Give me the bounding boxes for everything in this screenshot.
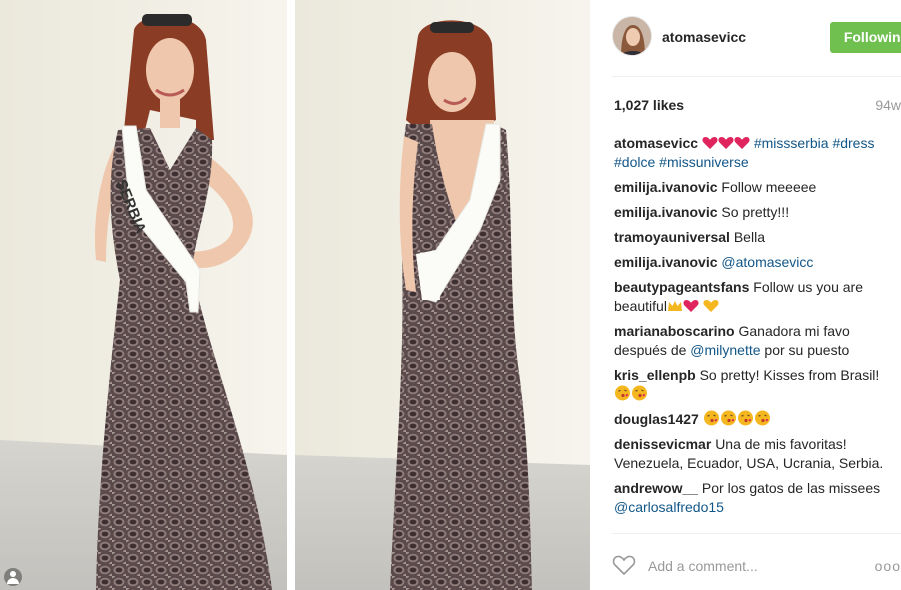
caption: atomasevicc #missserbia #dress #dolce #m…: [614, 134, 899, 172]
kiss-face-emoji: [614, 385, 648, 402]
comment-username[interactable]: marianaboscarino: [614, 323, 735, 339]
comment-username[interactable]: tramoyauniversal: [614, 229, 730, 245]
comment-username[interactable]: andrewow__: [614, 480, 698, 496]
comment-text: So pretty!!!: [721, 204, 790, 220]
yellow-heart-emoji: [703, 298, 719, 314]
comment-text: Follow meeeee: [721, 179, 817, 195]
comment-item: marianaboscarino Ganadora mi favo despué…: [614, 322, 899, 360]
comment-item: douglas1427: [614, 410, 899, 429]
comment-username[interactable]: kris_ellenpb: [614, 367, 696, 383]
add-comment-input[interactable]: Add a comment...: [648, 558, 758, 574]
comment-item: emilija.ivanovic Follow meeeee: [614, 178, 899, 197]
comment-item: denissevicmar Una de mis favoritas! Vene…: [614, 435, 899, 473]
red-heart-emoji: [683, 298, 699, 314]
comment-text: Bella: [733, 229, 765, 245]
comment-text: So pretty! Kisses from Brasil!: [699, 367, 880, 383]
following-button[interactable]: Following: [830, 22, 901, 53]
photo-right-pose: [295, 0, 590, 590]
comment-username[interactable]: beautypageantsfans: [614, 279, 749, 295]
comment-item: emilija.ivanovic So pretty!!!: [614, 203, 899, 222]
photo-collage: SERBIA: [0, 0, 590, 590]
comment-item: emilija.ivanovic @atomasevicc: [614, 253, 899, 272]
comment-composer: Add a comment... ooo: [612, 548, 901, 584]
comment-username[interactable]: emilija.ivanovic: [614, 254, 718, 270]
avatar[interactable]: [612, 16, 652, 56]
comments-divider: [612, 533, 901, 534]
username-link[interactable]: atomasevicc: [662, 29, 746, 45]
post-age[interactable]: 94w: [875, 97, 901, 113]
post-side-panel: atomasevicc Following 1,027 likes 94w at…: [590, 0, 901, 590]
comment-item: kris_ellenpb So pretty! Kisses from Bras…: [614, 366, 899, 404]
post-header: atomasevicc Following: [612, 16, 901, 58]
comment-username[interactable]: denissevicmar: [614, 436, 711, 452]
hashtag-link[interactable]: #dress: [832, 135, 874, 151]
comment-username[interactable]: emilija.ivanovic: [614, 179, 718, 195]
mention-link[interactable]: @atomasevicc: [721, 254, 813, 270]
likes-count[interactable]: 1,027 likes: [614, 97, 684, 113]
hashtag-link[interactable]: #dolce: [614, 154, 655, 170]
user-tag-icon[interactable]: [4, 568, 22, 586]
comment-text: por su puesto: [764, 342, 850, 358]
post-photo[interactable]: SERBIA: [0, 0, 590, 590]
kiss-face-emoji: [703, 410, 771, 427]
caption-username[interactable]: atomasevicc: [614, 135, 698, 151]
comment-text: Por los gatos de las missees: [701, 480, 881, 496]
comment-item: andrewow__ Por los gatos de las missees …: [614, 479, 899, 517]
likes-row: 1,027 likes 94w: [614, 97, 901, 113]
comment-username[interactable]: douglas1427: [614, 411, 699, 427]
mention-link[interactable]: @carlosalfredo15: [614, 499, 724, 515]
hashtag-link[interactable]: #missuniverse: [659, 154, 748, 170]
photo-left-pose: SERBIA: [0, 0, 287, 590]
comment-item: beautypageantsfans Follow us you are bea…: [614, 278, 899, 316]
comment-item: tramoyauniversal Bella: [614, 228, 899, 247]
heart-outline-icon[interactable]: [612, 554, 636, 581]
hashtag-link[interactable]: #missserbia: [754, 135, 829, 151]
comment-username[interactable]: emilija.ivanovic: [614, 204, 718, 220]
mention-link[interactable]: @milynette: [690, 342, 760, 358]
comments-list: atomasevicc #missserbia #dress #dolce #m…: [614, 134, 899, 530]
red-heart-emoji: [702, 135, 754, 151]
crown-emoji: [667, 298, 683, 314]
header-divider: [612, 76, 901, 77]
more-options-icon[interactable]: ooo: [875, 558, 901, 574]
